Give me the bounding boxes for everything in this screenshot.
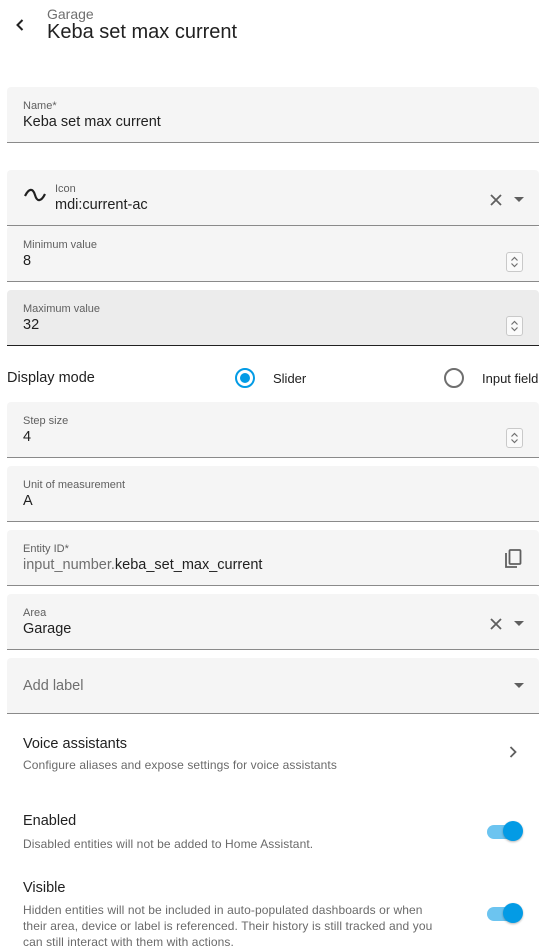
radio-input-field-label[interactable]: Input field [482, 371, 538, 386]
area-value: Garage [23, 621, 72, 637]
visible-toggle[interactable] [487, 903, 523, 923]
step-size-value: 4 [23, 429, 32, 445]
add-label-field[interactable]: Add label [7, 658, 539, 714]
clear-area-button[interactable] [486, 614, 506, 634]
step-size-field[interactable]: Step size 4 [7, 402, 539, 458]
dropdown-arrow-icon [514, 683, 524, 688]
copy-icon [505, 549, 522, 568]
arrow-back-icon [16, 19, 24, 31]
entity-id-label: Entity ID* [23, 543, 69, 555]
minimum-value-label: Minimum value [23, 239, 97, 251]
icon-dropdown-button[interactable] [510, 190, 528, 210]
page-title: Keba set max current [47, 21, 238, 43]
unit-of-measurement-field[interactable]: Unit of measurement A [7, 466, 539, 522]
minimum-value-value: 8 [23, 253, 32, 269]
maximum-value-label: Maximum value [23, 303, 101, 315]
step-size-label: Step size [23, 415, 69, 427]
visible-subtitle: Hidden entities will not be included in … [23, 902, 432, 947]
area-picker-field[interactable]: Area Garage [7, 594, 539, 650]
label-dropdown-button[interactable] [510, 676, 528, 696]
minimum-value-field[interactable]: Minimum value 8 [7, 226, 539, 282]
voice-assistants-subtitle: Configure aliases and expose settings fo… [23, 758, 337, 772]
name-field[interactable]: Name* Keba set max current [7, 87, 539, 143]
display-mode-label: Display mode [7, 370, 95, 386]
enabled-toggle[interactable] [487, 821, 523, 841]
area-label: Area [23, 607, 47, 619]
add-label-placeholder: Add label [23, 678, 84, 694]
dropdown-arrow-icon [514, 621, 524, 626]
radio-input-field[interactable] [444, 368, 464, 388]
back-button[interactable] [7, 12, 33, 38]
toggle-thumb [503, 903, 523, 923]
visible-subtitle-line: Hidden entities will not be included in … [23, 903, 423, 917]
radio-slider[interactable] [235, 368, 255, 388]
name-label: Name* [23, 100, 57, 112]
maximum-value-field[interactable]: Maximum value 32 [7, 290, 539, 346]
icon-label: Icon [55, 183, 76, 195]
current-ac-icon [24, 188, 46, 202]
enabled-subtitle: Disabled entities will not be added to H… [23, 837, 314, 851]
name-value: Keba set max current [23, 114, 161, 130]
visible-subtitle-line: their area, device or label is reference… [23, 919, 433, 933]
step-size-stepper[interactable] [506, 428, 523, 448]
entity-id-value: input_number.keba_set_max_current [23, 557, 262, 573]
chevron-right-icon [509, 746, 517, 758]
voice-assistants-title: Voice assistants [23, 736, 127, 752]
entity-id-object-id: keba_set_max_current [114, 557, 263, 573]
close-icon [490, 194, 502, 206]
icon-picker-field[interactable]: Icon mdi:current-ac [7, 170, 539, 226]
top-app-bar: Garage Keba set max current [0, 0, 545, 60]
radio-slider-label[interactable]: Slider [273, 371, 306, 386]
visible-subtitle-line: can still interact with them with action… [23, 935, 234, 947]
unit-of-measurement-value: A [23, 493, 33, 509]
maximum-value-stepper[interactable] [506, 316, 523, 336]
enabled-title: Enabled [23, 813, 77, 829]
breadcrumb[interactable]: Garage [47, 6, 94, 22]
spin-arrows-icon [511, 256, 518, 268]
spin-arrows-icon [511, 432, 518, 444]
voice-assistants-row[interactable]: Voice assistants Configure aliases and e… [0, 722, 545, 782]
clear-icon-button[interactable] [486, 190, 506, 210]
maximum-value-value: 32 [23, 317, 40, 333]
copy-entity-id-button[interactable] [501, 547, 525, 571]
icon-value: mdi:current-ac [55, 197, 148, 213]
toggle-thumb [503, 821, 523, 841]
unit-of-measurement-label: Unit of measurement [23, 479, 126, 491]
spin-arrows-icon [511, 320, 518, 332]
dropdown-arrow-icon [514, 197, 524, 202]
minimum-value-stepper[interactable] [506, 252, 523, 272]
entity-id-prefix: input_number. [23, 557, 115, 573]
visible-title: Visible [23, 880, 66, 896]
close-icon [490, 618, 502, 630]
area-dropdown-button[interactable] [510, 614, 528, 634]
entity-id-field[interactable]: Entity ID* input_number.keba_set_max_cur… [7, 530, 539, 586]
